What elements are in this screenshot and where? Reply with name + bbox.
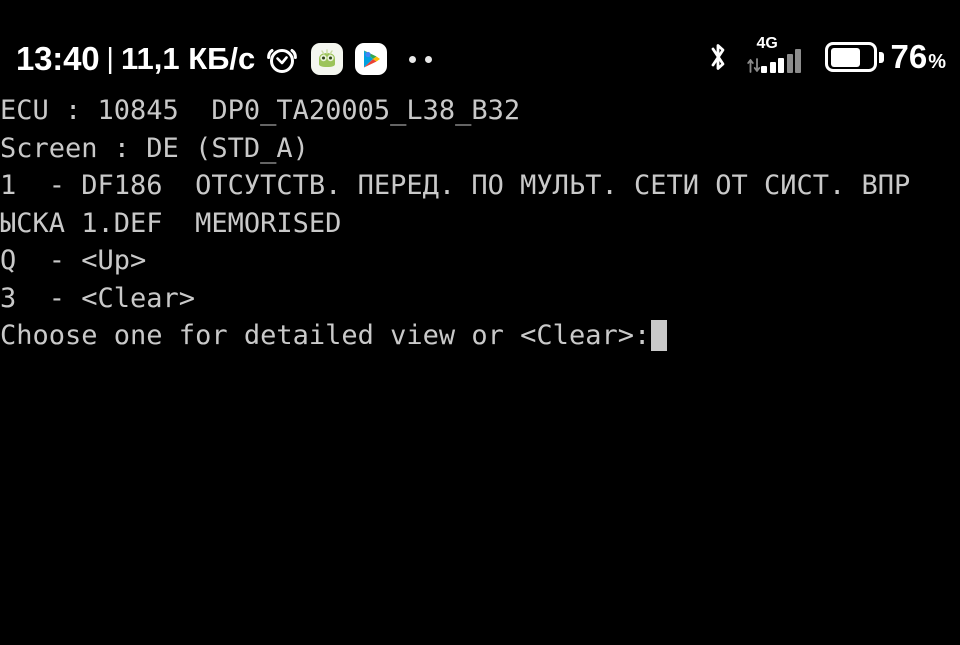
terminal-prompt-text: Choose one for detailed view or <Clear>: — [0, 320, 651, 351]
terminal-line: ECU : 10845 DP0_TA20005_L38_B32 — [0, 95, 521, 126]
terminal-output[interactable]: ECU : 10845 DP0_TA20005_L38_B32 Screen :… — [0, 92, 960, 645]
terminal-line: 1 - DF186 ОТСУТСТВ. ПЕРЕД. ПО МУЛЬТ. СЕТ… — [0, 170, 911, 201]
alarm-clock-icon — [265, 42, 299, 76]
data-transfer-arrows-icon — [747, 58, 761, 73]
signal-strength-bars-icon — [761, 49, 802, 73]
google-play-services-icon — [355, 43, 388, 75]
terminal-cursor — [651, 320, 668, 352]
status-bar-clock: 13:40 — [16, 40, 100, 77]
frog-app-icon — [311, 43, 344, 75]
status-bar-left-cluster: 13:40 | 11,1 КБ/с — [16, 36, 433, 82]
status-bar-separator: | — [106, 43, 114, 75]
terminal-line: ЫСКА 1.DEF MEMORISED — [0, 207, 342, 239]
status-bar-overflow-dots-icon — [409, 55, 433, 63]
battery-percent-value: 76 — [890, 38, 928, 75]
status-bar-data-rate: 11,1 КБ/с — [120, 41, 256, 76]
terminal-line-menu-clear[interactable]: 3 - <Clear> — [0, 280, 960, 318]
terminal-line: Screen : DE (STD_A) — [0, 132, 309, 164]
bluetooth-icon — [705, 40, 731, 74]
cellular-signal-indicator: 4G — [747, 36, 809, 77]
terminal-prompt-line[interactable]: Choose one for detailed view or <Clear>: — [0, 317, 960, 355]
status-bar-right-cluster: 4G 76 % — [705, 33, 946, 81]
battery-icon — [825, 42, 885, 72]
status-bar: 13:40 | 11,1 КБ/с 4G 76 % — [0, 0, 960, 92]
battery-percent-sign: % — [928, 50, 946, 73]
terminal-line-menu-up[interactable]: Q - <Up> — [0, 242, 960, 280]
